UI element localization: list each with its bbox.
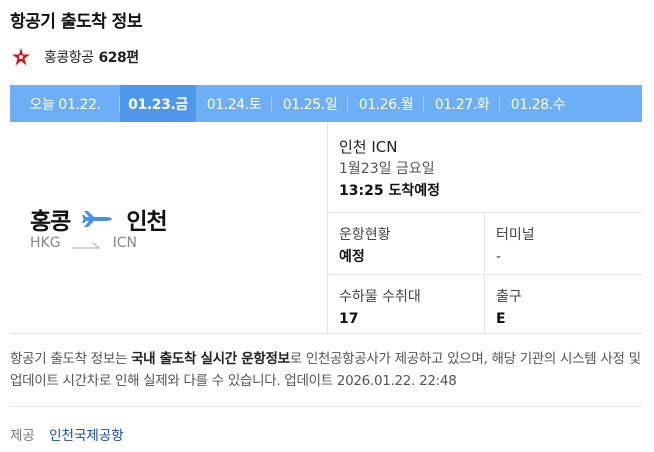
hong-kong-airlines-logo-icon [10,46,32,68]
route-panel: 홍콩 인천 HKG ICN [10,122,328,334]
airplane-icon [82,207,114,231]
gate-cell: 출구 E [486,274,642,334]
origin-city: 홍콩 [30,209,71,235]
arrival-time-status: 13:25 도착예정 [339,183,440,199]
divider [10,406,642,407]
destination-city: 인천 [126,209,167,235]
status-label: 운항현황 [339,227,391,243]
baggage-label: 수하물 수취대 [339,289,421,305]
date-tab-0124[interactable]: 01.24.토 [196,85,272,122]
info-notice: 항공기 출도착 정보는 국내 출도착 실시간 운항정보로 인천공항공사가 제공하… [10,348,642,392]
origin-code: HKG [30,235,61,251]
arrival-airport: 인천 ICN [339,138,398,156]
provider-link[interactable]: 인천국제공항 [49,428,124,444]
date-tab-today[interactable]: 오늘 01.22. [10,85,120,122]
gate-label: 출구 [496,289,522,305]
baggage-value: 17 [339,311,359,327]
airline-info: 홍콩항공 628편 [10,46,139,68]
terminal-label: 터미널 [496,227,535,243]
date-selector: 오늘 01.22. 01.23.금 01.24.토 01.25.일 01.26.… [10,85,642,122]
airline-name: 홍콩항공 [44,50,94,66]
notice-text-1: 항공기 출도착 정보는 [10,351,132,367]
arrival-panel: 인천 ICN 1월23일 금요일 13:25 도착예정 운항현황 예정 터미널 … [329,122,642,334]
provider-label: 제공 [10,428,35,444]
route-cities: 홍콩 인천 [30,202,168,236]
terminal-value: - [496,249,502,265]
arrival-date: 1월23일 금요일 [339,161,435,177]
date-tab-0126[interactable]: 01.26.월 [348,85,424,122]
date-tab-0127[interactable]: 01.27.화 [424,85,500,122]
terminal-cell: 터미널 - [486,213,642,273]
notice-bold-text: 국내 출도착 실시간 운항정보 [131,351,290,367]
destination-code: ICN [112,235,137,251]
flight-number: 628편 [98,50,140,66]
status-cell: 운항현황 예정 [329,213,485,273]
date-tab-0125[interactable]: 01.25.일 [272,85,348,122]
status-value: 예정 [339,249,365,265]
flight-card: 홍콩 인천 HKG ICN 인천 ICN 1월23일 금요일 13:25 도착예… [10,122,642,334]
page-title: 항공기 출도착 정보 [10,12,142,32]
flight-details-grid: 운항현황 예정 터미널 - 수하물 수취대 17 출구 E [329,212,642,334]
provider-info: 제공 인천국제공항 [10,424,124,444]
gate-value: E [496,311,506,327]
arrival-info: 인천 ICN 1월23일 금요일 13:25 도착예정 [339,136,440,202]
route-codes: HKG ICN [30,235,137,251]
arrow-right-icon [72,238,101,249]
baggage-cell: 수하물 수취대 17 [329,274,485,334]
date-tab-0123[interactable]: 01.23.금 [120,85,196,122]
date-tab-0128[interactable]: 01.28.수 [500,85,576,122]
